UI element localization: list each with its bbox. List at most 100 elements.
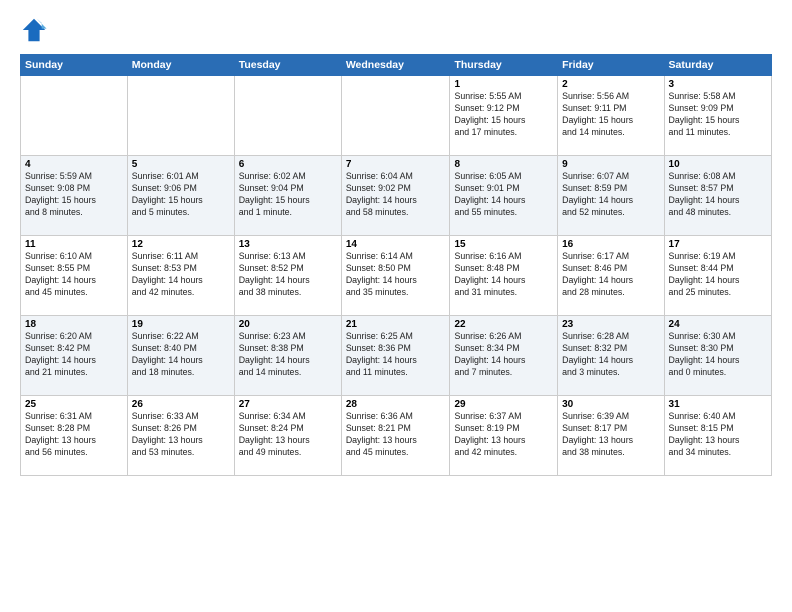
- day-number: 23: [562, 319, 659, 330]
- day-number: 17: [669, 239, 767, 250]
- calendar-cell: 13Sunrise: 6:13 AM Sunset: 8:52 PM Dayli…: [234, 236, 341, 316]
- calendar-cell: [341, 76, 450, 156]
- day-info: Sunrise: 6:14 AM Sunset: 8:50 PM Dayligh…: [346, 251, 446, 299]
- day-number: 11: [25, 239, 123, 250]
- calendar-cell: 29Sunrise: 6:37 AM Sunset: 8:19 PM Dayli…: [450, 396, 558, 476]
- calendar-cell: 10Sunrise: 6:08 AM Sunset: 8:57 PM Dayli…: [664, 156, 771, 236]
- day-number: 8: [454, 159, 553, 170]
- day-info: Sunrise: 6:05 AM Sunset: 9:01 PM Dayligh…: [454, 171, 553, 219]
- day-number: 31: [669, 399, 767, 410]
- day-number: 18: [25, 319, 123, 330]
- day-info: Sunrise: 6:33 AM Sunset: 8:26 PM Dayligh…: [132, 411, 230, 459]
- day-number: 14: [346, 239, 446, 250]
- calendar-cell: [21, 76, 128, 156]
- day-number: 26: [132, 399, 230, 410]
- day-number: 28: [346, 399, 446, 410]
- calendar-cell: 7Sunrise: 6:04 AM Sunset: 9:02 PM Daylig…: [341, 156, 450, 236]
- day-number: 13: [239, 239, 337, 250]
- day-info: Sunrise: 6:40 AM Sunset: 8:15 PM Dayligh…: [669, 411, 767, 459]
- calendar-week-row: 1Sunrise: 5:55 AM Sunset: 9:12 PM Daylig…: [21, 76, 772, 156]
- day-info: Sunrise: 6:10 AM Sunset: 8:55 PM Dayligh…: [25, 251, 123, 299]
- calendar-cell: 8Sunrise: 6:05 AM Sunset: 9:01 PM Daylig…: [450, 156, 558, 236]
- day-info: Sunrise: 6:19 AM Sunset: 8:44 PM Dayligh…: [669, 251, 767, 299]
- calendar-week-row: 25Sunrise: 6:31 AM Sunset: 8:28 PM Dayli…: [21, 396, 772, 476]
- day-info: Sunrise: 6:23 AM Sunset: 8:38 PM Dayligh…: [239, 331, 337, 379]
- weekday-header: Tuesday: [234, 55, 341, 76]
- day-number: 6: [239, 159, 337, 170]
- calendar-cell: 5Sunrise: 6:01 AM Sunset: 9:06 PM Daylig…: [127, 156, 234, 236]
- calendar-cell: 4Sunrise: 5:59 AM Sunset: 9:08 PM Daylig…: [21, 156, 128, 236]
- day-number: 25: [25, 399, 123, 410]
- weekday-header: Wednesday: [341, 55, 450, 76]
- day-number: 24: [669, 319, 767, 330]
- day-info: Sunrise: 6:02 AM Sunset: 9:04 PM Dayligh…: [239, 171, 337, 219]
- day-info: Sunrise: 6:37 AM Sunset: 8:19 PM Dayligh…: [454, 411, 553, 459]
- day-info: Sunrise: 5:55 AM Sunset: 9:12 PM Dayligh…: [454, 91, 553, 139]
- day-info: Sunrise: 5:58 AM Sunset: 9:09 PM Dayligh…: [669, 91, 767, 139]
- calendar-table: SundayMondayTuesdayWednesdayThursdayFrid…: [20, 54, 772, 476]
- day-number: 2: [562, 79, 659, 90]
- weekday-header: Saturday: [664, 55, 771, 76]
- day-number: 4: [25, 159, 123, 170]
- calendar-cell: 20Sunrise: 6:23 AM Sunset: 8:38 PM Dayli…: [234, 316, 341, 396]
- day-info: Sunrise: 6:36 AM Sunset: 8:21 PM Dayligh…: [346, 411, 446, 459]
- day-info: Sunrise: 6:13 AM Sunset: 8:52 PM Dayligh…: [239, 251, 337, 299]
- calendar-week-row: 11Sunrise: 6:10 AM Sunset: 8:55 PM Dayli…: [21, 236, 772, 316]
- calendar-cell: 16Sunrise: 6:17 AM Sunset: 8:46 PM Dayli…: [558, 236, 664, 316]
- day-number: 1: [454, 79, 553, 90]
- day-info: Sunrise: 6:26 AM Sunset: 8:34 PM Dayligh…: [454, 331, 553, 379]
- weekday-header: Thursday: [450, 55, 558, 76]
- day-info: Sunrise: 6:39 AM Sunset: 8:17 PM Dayligh…: [562, 411, 659, 459]
- day-number: 7: [346, 159, 446, 170]
- weekday-header: Friday: [558, 55, 664, 76]
- day-info: Sunrise: 6:11 AM Sunset: 8:53 PM Dayligh…: [132, 251, 230, 299]
- day-number: 20: [239, 319, 337, 330]
- calendar-cell: 1Sunrise: 5:55 AM Sunset: 9:12 PM Daylig…: [450, 76, 558, 156]
- day-number: 27: [239, 399, 337, 410]
- day-info: Sunrise: 6:31 AM Sunset: 8:28 PM Dayligh…: [25, 411, 123, 459]
- day-number: 30: [562, 399, 659, 410]
- logo-icon: [20, 16, 48, 44]
- calendar-cell: 3Sunrise: 5:58 AM Sunset: 9:09 PM Daylig…: [664, 76, 771, 156]
- day-info: Sunrise: 6:07 AM Sunset: 8:59 PM Dayligh…: [562, 171, 659, 219]
- day-number: 16: [562, 239, 659, 250]
- day-info: Sunrise: 6:25 AM Sunset: 8:36 PM Dayligh…: [346, 331, 446, 379]
- page: SundayMondayTuesdayWednesdayThursdayFrid…: [0, 0, 792, 612]
- day-info: Sunrise: 6:34 AM Sunset: 8:24 PM Dayligh…: [239, 411, 337, 459]
- day-info: Sunrise: 6:20 AM Sunset: 8:42 PM Dayligh…: [25, 331, 123, 379]
- day-number: 22: [454, 319, 553, 330]
- weekday-header: Monday: [127, 55, 234, 76]
- calendar-cell: 11Sunrise: 6:10 AM Sunset: 8:55 PM Dayli…: [21, 236, 128, 316]
- calendar-cell: 26Sunrise: 6:33 AM Sunset: 8:26 PM Dayli…: [127, 396, 234, 476]
- day-number: 15: [454, 239, 553, 250]
- calendar-cell: 15Sunrise: 6:16 AM Sunset: 8:48 PM Dayli…: [450, 236, 558, 316]
- calendar-cell: 2Sunrise: 5:56 AM Sunset: 9:11 PM Daylig…: [558, 76, 664, 156]
- calendar-cell: 9Sunrise: 6:07 AM Sunset: 8:59 PM Daylig…: [558, 156, 664, 236]
- day-number: 21: [346, 319, 446, 330]
- calendar-cell: 21Sunrise: 6:25 AM Sunset: 8:36 PM Dayli…: [341, 316, 450, 396]
- calendar-cell: 28Sunrise: 6:36 AM Sunset: 8:21 PM Dayli…: [341, 396, 450, 476]
- day-number: 9: [562, 159, 659, 170]
- day-info: Sunrise: 6:08 AM Sunset: 8:57 PM Dayligh…: [669, 171, 767, 219]
- calendar-header-row: SundayMondayTuesdayWednesdayThursdayFrid…: [21, 55, 772, 76]
- logo: [20, 16, 52, 44]
- calendar-cell: 17Sunrise: 6:19 AM Sunset: 8:44 PM Dayli…: [664, 236, 771, 316]
- day-info: Sunrise: 6:28 AM Sunset: 8:32 PM Dayligh…: [562, 331, 659, 379]
- day-number: 10: [669, 159, 767, 170]
- calendar-cell: 27Sunrise: 6:34 AM Sunset: 8:24 PM Dayli…: [234, 396, 341, 476]
- day-info: Sunrise: 5:56 AM Sunset: 9:11 PM Dayligh…: [562, 91, 659, 139]
- calendar-cell: 24Sunrise: 6:30 AM Sunset: 8:30 PM Dayli…: [664, 316, 771, 396]
- day-number: 19: [132, 319, 230, 330]
- calendar-cell: 6Sunrise: 6:02 AM Sunset: 9:04 PM Daylig…: [234, 156, 341, 236]
- day-info: Sunrise: 6:30 AM Sunset: 8:30 PM Dayligh…: [669, 331, 767, 379]
- day-number: 29: [454, 399, 553, 410]
- calendar-cell: 30Sunrise: 6:39 AM Sunset: 8:17 PM Dayli…: [558, 396, 664, 476]
- calendar-cell: 23Sunrise: 6:28 AM Sunset: 8:32 PM Dayli…: [558, 316, 664, 396]
- day-info: Sunrise: 6:22 AM Sunset: 8:40 PM Dayligh…: [132, 331, 230, 379]
- calendar-cell: 25Sunrise: 6:31 AM Sunset: 8:28 PM Dayli…: [21, 396, 128, 476]
- calendar-week-row: 4Sunrise: 5:59 AM Sunset: 9:08 PM Daylig…: [21, 156, 772, 236]
- day-info: Sunrise: 6:17 AM Sunset: 8:46 PM Dayligh…: [562, 251, 659, 299]
- day-info: Sunrise: 6:01 AM Sunset: 9:06 PM Dayligh…: [132, 171, 230, 219]
- calendar-cell: 14Sunrise: 6:14 AM Sunset: 8:50 PM Dayli…: [341, 236, 450, 316]
- calendar-cell: 19Sunrise: 6:22 AM Sunset: 8:40 PM Dayli…: [127, 316, 234, 396]
